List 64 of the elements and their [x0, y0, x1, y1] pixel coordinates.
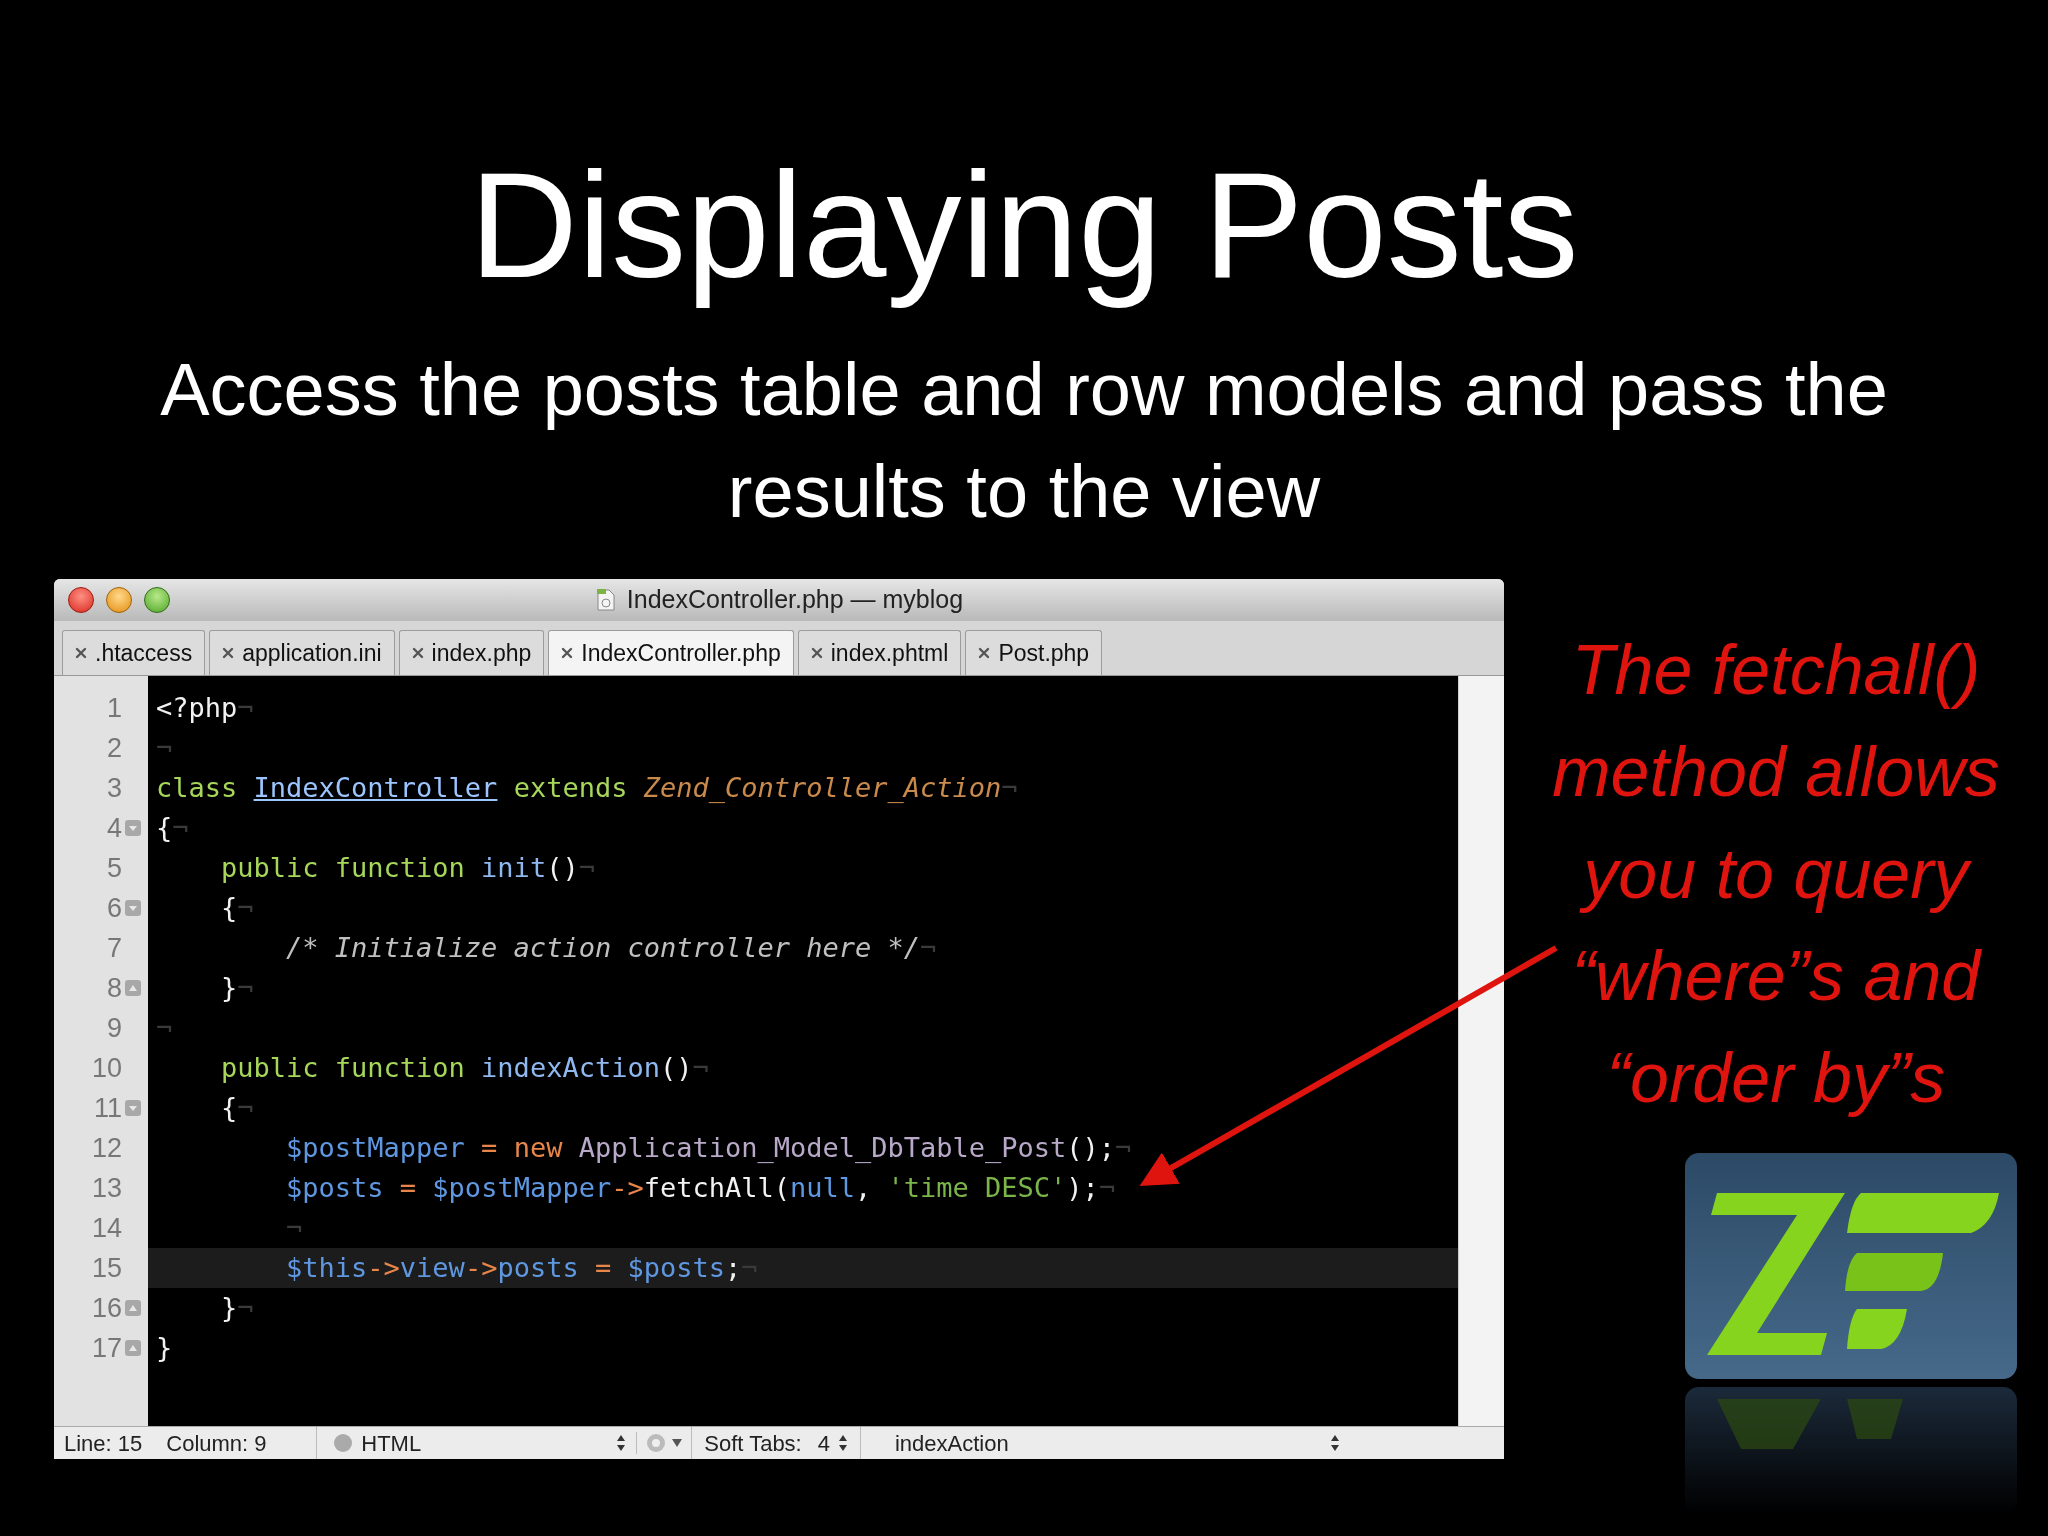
window-title: IndexController.php — myblog [626, 584, 964, 616]
code-line: ¬ [155, 730, 174, 765]
code-line: <?php¬ [155, 690, 255, 725]
code-line: ¬ [285, 1210, 304, 1245]
line-number: 3 [106, 771, 122, 805]
line-number: 7 [106, 931, 122, 965]
close-window-button[interactable] [68, 587, 94, 613]
code-line: ¬ [155, 1010, 174, 1045]
line-number: 13 [91, 1171, 122, 1205]
close-icon[interactable] [978, 647, 991, 659]
line-number: 8 [106, 971, 122, 1005]
symbol-selector[interactable]: indexAction [860, 1426, 1350, 1459]
language-selector[interactable]: HTML [316, 1426, 637, 1459]
slide-title: Displaying Posts [469, 140, 1579, 311]
line-number: 2 [106, 731, 122, 765]
code-line: $posts = $postMapper->fetchAll(null, 'time DESC');¬ [285, 1170, 1117, 1205]
line-number: 15 [91, 1251, 122, 1285]
file-tab[interactable]: index.phtml [797, 630, 962, 675]
code-line: public function init()¬ [220, 850, 596, 885]
close-icon[interactable] [411, 647, 424, 659]
code-line: /* Initialize action controller here */¬ [285, 930, 938, 965]
file-tab[interactable]: application.ini [209, 630, 395, 675]
file-tab[interactable]: .htaccess [62, 630, 206, 675]
code-line: } [155, 1330, 174, 1365]
soft-tabs-selector[interactable]: Soft Tabs: 4 [691, 1426, 860, 1459]
line-number: 5 [106, 851, 122, 885]
code-line: {¬ [155, 810, 190, 845]
file-tab[interactable]: Post.php [965, 630, 1103, 675]
file-tab[interactable]: IndexController.php [548, 630, 794, 675]
line-number: 4 [106, 811, 122, 845]
stepper-icon[interactable] [1330, 1434, 1340, 1452]
line-number: 9 [106, 1011, 122, 1045]
annotation-text: The fetchall() method allows you to query “where”s and “order by”s [1552, 630, 2000, 1119]
line-number: 12 [91, 1131, 122, 1165]
code-line: }¬ [220, 1290, 255, 1325]
close-icon[interactable] [222, 647, 235, 659]
close-icon[interactable] [810, 647, 823, 659]
caret-icon [671, 1438, 684, 1448]
line-indicator: Line: 15 [64, 1429, 143, 1458]
close-icon[interactable] [75, 647, 87, 659]
line-number: 16 [91, 1291, 122, 1325]
gear-icon [645, 1432, 668, 1454]
code-line: public function indexAction()¬ [220, 1050, 710, 1085]
line-number: 14 [91, 1211, 122, 1245]
close-icon[interactable] [561, 647, 574, 659]
line-number: 6 [106, 891, 122, 925]
line-number: 17 [91, 1331, 122, 1365]
line-number: 10 [91, 1051, 122, 1085]
minimize-window-button[interactable] [106, 587, 132, 613]
slide-subtitle: Access the posts table and row models and pass the results to the view [159, 347, 1889, 535]
code-line: {¬ [220, 1090, 255, 1125]
code-line: class IndexController extends Zend_Controller_Action¬ [155, 770, 1019, 805]
line-number: 11 [93, 1091, 122, 1125]
zoom-window-button[interactable] [144, 587, 170, 613]
file-icon [594, 588, 617, 612]
code-line: $postMapper = new Application_Model_DbTable_Post();¬ [285, 1130, 1133, 1165]
stepper-icon[interactable] [838, 1434, 848, 1452]
code-line: {¬ [220, 890, 255, 925]
line-number: 1 [106, 691, 122, 725]
code-line: }¬ [220, 970, 255, 1005]
column-indicator: Column: 9 [166, 1429, 268, 1458]
language-icon [333, 1433, 354, 1453]
file-tab[interactable]: index.php [398, 630, 545, 675]
stepper-icon[interactable] [616, 1434, 627, 1452]
